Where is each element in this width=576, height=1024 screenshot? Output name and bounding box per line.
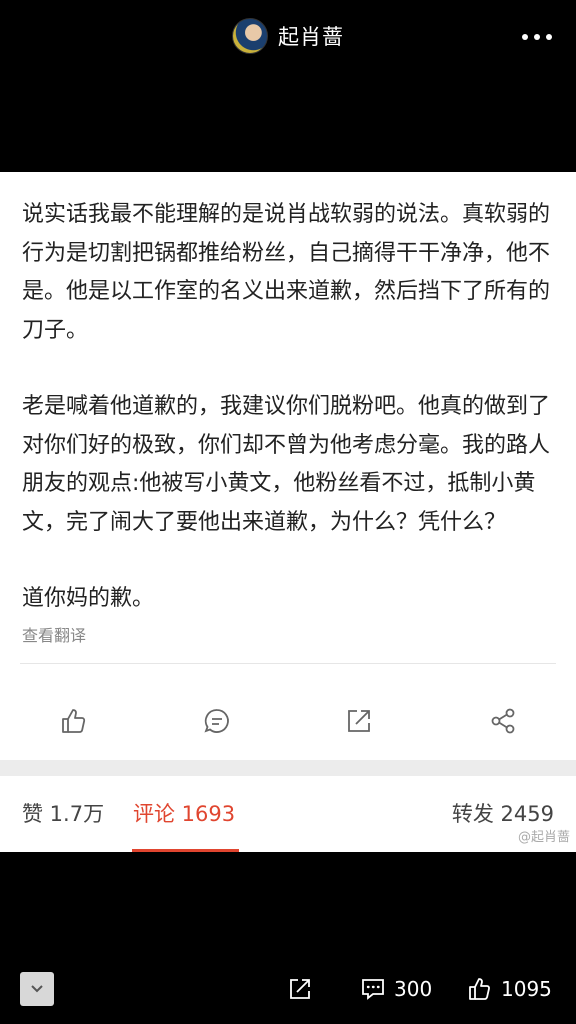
post-actions xyxy=(0,696,576,744)
top-bar: 起肖蔷 xyxy=(0,0,576,172)
repost-icon[interactable] xyxy=(344,706,374,736)
repost-icon xyxy=(290,979,310,999)
tab-reposts[interactable]: 转发 2459 xyxy=(452,798,554,828)
post-paragraph-1: 说实话我最不能理解的是说肖战软弱的说法。真软弱的行为是切割把锅都推给粉丝，自己摘… xyxy=(22,202,551,343)
bottom-bar: 300 1095 xyxy=(0,966,576,1014)
more-dots-icon[interactable] xyxy=(522,34,552,40)
post-body: 说实话我最不能理解的是说肖战软弱的说法。真软弱的行为是切割把锅都推给粉丝，自己摘… xyxy=(0,172,576,619)
section-gap xyxy=(0,760,576,776)
comment-count: 300 xyxy=(394,977,433,1001)
translate-link[interactable]: 查看翻译 xyxy=(0,619,576,651)
post-paragraph-2: 老是喊着他道歉的，我建议你们脱粉吧。他真的做到了对你们好的极致，你们却不曾为他考… xyxy=(22,394,551,535)
like-count: 1095 xyxy=(501,977,552,1001)
collapse-button[interactable] xyxy=(20,972,54,1006)
comment-icon[interactable] xyxy=(202,706,232,736)
user-header[interactable]: 起肖蔷 xyxy=(232,18,344,54)
avatar[interactable] xyxy=(232,18,268,54)
share-icon[interactable] xyxy=(488,706,518,736)
post-paragraph-3: 道你妈的歉。 xyxy=(22,586,155,611)
bottom-like-button[interactable]: 1095 xyxy=(467,976,552,1002)
post-card: 说实话我最不能理解的是说肖战软弱的说法。真软弱的行为是切割把锅都推给粉丝，自己摘… xyxy=(0,172,576,760)
comment-icon xyxy=(362,979,384,1000)
tab-likes[interactable]: 赞 1.7万 xyxy=(22,798,104,828)
bottom-comment-button[interactable]: 300 xyxy=(360,976,432,1002)
username[interactable]: 起肖蔷 xyxy=(278,21,344,51)
watermark: @起肖蔷 xyxy=(517,830,570,845)
bottom-repost-button[interactable] xyxy=(287,976,313,1002)
post-tabs: 赞 1.7万 评论 1693 转发 2459 @起肖蔷 xyxy=(0,776,576,852)
like-icon xyxy=(469,978,490,1000)
tab-comments[interactable]: 评论 1693 xyxy=(133,798,235,828)
chevron-down-icon xyxy=(31,985,43,993)
like-icon[interactable] xyxy=(58,706,88,736)
divider xyxy=(20,662,556,664)
